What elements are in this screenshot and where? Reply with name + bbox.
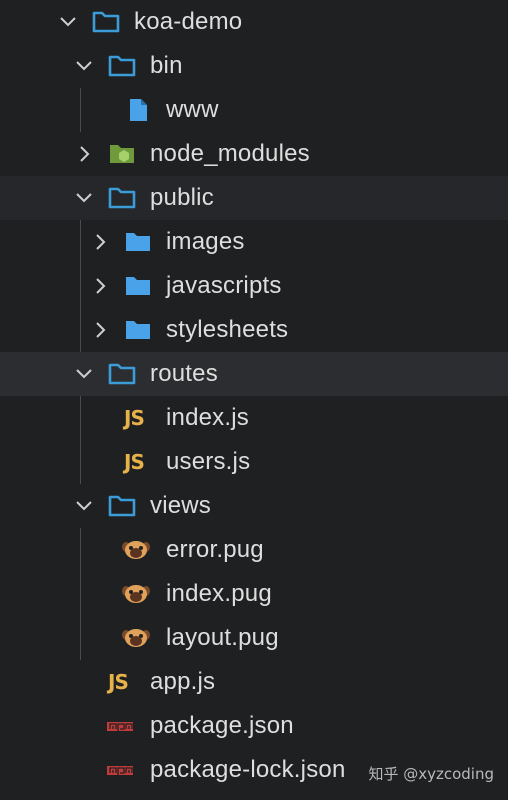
tree-row-users-js[interactable]: JS users.js xyxy=(0,440,508,484)
chevron-down-icon[interactable] xyxy=(74,496,94,516)
tree-label: app.js xyxy=(150,668,216,695)
tree-label: stylesheets xyxy=(166,316,289,343)
tree-label: package.json xyxy=(150,712,294,739)
tree-label: bin xyxy=(150,52,183,79)
pug-icon xyxy=(122,582,150,606)
tree-label: images xyxy=(166,228,245,255)
chevron-down-icon[interactable] xyxy=(74,364,94,384)
javascript-icon: JS xyxy=(124,450,145,474)
folder-icon xyxy=(108,186,136,210)
tree-row-index-js[interactable]: JS index.js xyxy=(0,396,508,440)
folder-icon xyxy=(124,274,152,298)
tree-row-bin[interactable]: bin xyxy=(0,44,508,88)
tree-row-views[interactable]: views xyxy=(0,484,508,528)
tree-label: koa-demo xyxy=(134,8,243,35)
folder-icon xyxy=(108,362,136,386)
folder-icon xyxy=(92,10,120,34)
folder-icon xyxy=(108,54,136,78)
tree-label: package-lock.json xyxy=(150,756,346,783)
tree-row-public[interactable]: public xyxy=(0,176,508,220)
tree-row-node-modules[interactable]: node_modules xyxy=(0,132,508,176)
tree-label: users.js xyxy=(166,448,251,475)
tree-row-koa-demo[interactable]: koa-demo xyxy=(0,0,508,44)
tree-label: layout.pug xyxy=(166,624,279,651)
tree-row-www[interactable]: www xyxy=(0,88,508,132)
tree-label: node_modules xyxy=(150,140,310,167)
tree-row-stylesheets[interactable]: stylesheets xyxy=(0,308,508,352)
pug-icon xyxy=(122,538,150,562)
javascript-icon: JS xyxy=(124,406,145,430)
tree-row-app-js[interactable]: JS app.js xyxy=(0,660,508,704)
chevron-down-icon[interactable] xyxy=(74,188,94,208)
tree-label: index.pug xyxy=(166,580,272,607)
chevron-down-icon[interactable] xyxy=(74,56,94,76)
tree-label: javascripts xyxy=(166,272,282,299)
tree-label: public xyxy=(150,184,214,211)
chevron-right-icon[interactable] xyxy=(90,320,110,340)
folder-icon xyxy=(124,230,152,254)
folder-icon xyxy=(124,318,152,342)
tree-row-index-pug[interactable]: index.pug xyxy=(0,572,508,616)
file-explorer-tree: koa-demo bin www node_modules public ima… xyxy=(0,0,508,800)
tree-row-images[interactable]: images xyxy=(0,220,508,264)
chevron-right-icon[interactable] xyxy=(90,232,110,252)
npm-icon xyxy=(106,714,134,738)
file-icon xyxy=(124,98,152,122)
chevron-down-icon[interactable] xyxy=(58,12,78,32)
tree-label: index.js xyxy=(166,404,249,431)
nodejs-icon xyxy=(108,142,136,166)
tree-label: routes xyxy=(150,360,218,387)
tree-row-package-json[interactable]: package.json xyxy=(0,704,508,748)
tree-label: www xyxy=(166,96,219,123)
chevron-right-icon[interactable] xyxy=(74,144,94,164)
watermark: 知乎 @xyzcoding xyxy=(368,765,494,783)
javascript-icon: JS xyxy=(108,670,129,694)
folder-icon xyxy=(108,494,136,518)
tree-row-routes[interactable]: routes xyxy=(0,352,508,396)
pug-icon xyxy=(122,626,150,650)
chevron-right-icon[interactable] xyxy=(90,276,110,296)
tree-row-javascripts[interactable]: javascripts xyxy=(0,264,508,308)
npm-icon xyxy=(106,758,134,782)
tree-row-layout-pug[interactable]: layout.pug xyxy=(0,616,508,660)
tree-label: views xyxy=(150,492,212,519)
tree-label: error.pug xyxy=(166,536,264,563)
tree-row-error-pug[interactable]: error.pug xyxy=(0,528,508,572)
